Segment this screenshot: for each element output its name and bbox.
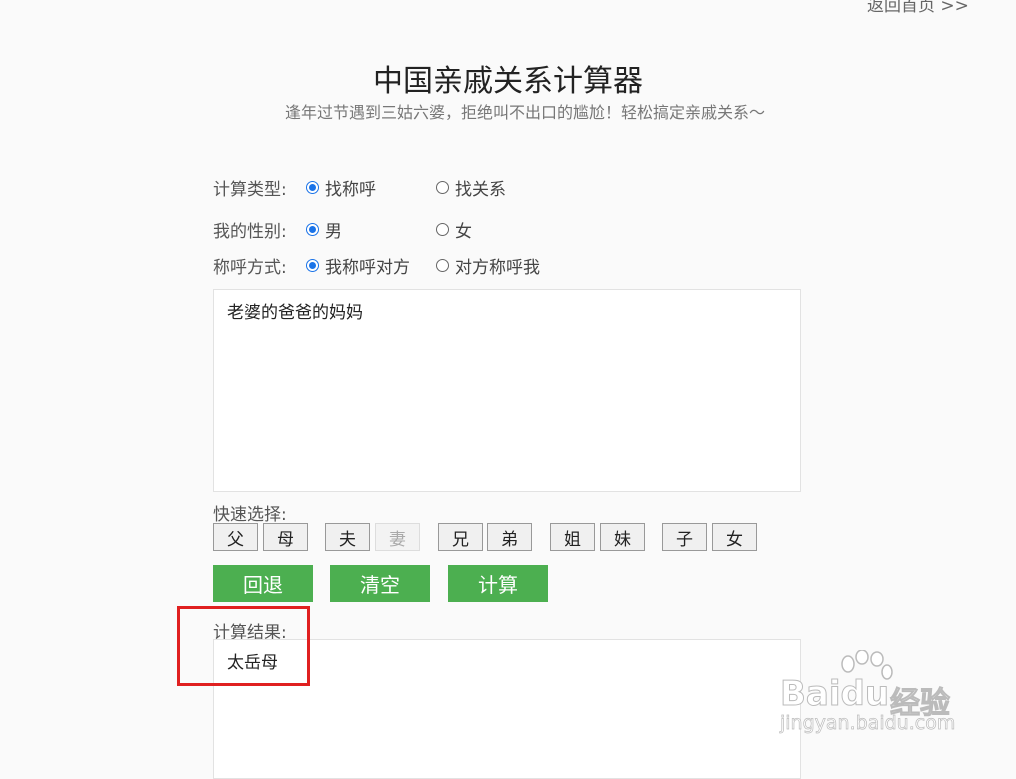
relation-input[interactable]: 老婆的爸爸的妈妈: [213, 289, 801, 492]
quick-button-son[interactable]: 子: [662, 523, 707, 551]
gender-label: 我的性别:: [213, 222, 287, 242]
calc-type-label: 计算类型:: [213, 180, 287, 200]
radio-label: 找关系: [455, 180, 506, 200]
quick-button-mother[interactable]: 母: [263, 523, 308, 551]
radio-unchecked-icon: [436, 223, 449, 236]
radio-unchecked-icon: [436, 259, 449, 272]
quick-button-elder-brother[interactable]: 兄: [438, 523, 483, 551]
radio-checked-icon: [306, 181, 319, 194]
quick-button-wife: 妻: [375, 523, 420, 551]
address-mode-row: 称呼方式: 我称呼对方 对方称呼我: [213, 253, 540, 278]
back-to-home-link[interactable]: 返回首页 >>: [867, 0, 969, 16]
radio-unchecked-icon: [436, 181, 449, 194]
address-mode-label: 称呼方式:: [213, 258, 287, 278]
radio-they-call-me[interactable]: 对方称呼我: [436, 253, 540, 278]
radio-label: 对方称呼我: [455, 258, 540, 278]
page-subtitle: 逢年过节遇到三姑六婆，拒绝叫不出口的尴尬！轻松搞定亲戚关系～: [284, 103, 765, 122]
quick-select-label: 快速选择:: [213, 505, 287, 525]
clear-button[interactable]: 清空: [330, 565, 430, 602]
calculate-button[interactable]: 计算: [448, 565, 548, 602]
quick-button-father[interactable]: 父: [213, 523, 258, 551]
radio-label: 找称呼: [325, 180, 376, 200]
radio-male[interactable]: 男: [306, 217, 436, 242]
quick-button-younger-sister[interactable]: 妹: [600, 523, 645, 551]
radio-checked-icon: [306, 223, 319, 236]
watermark-brand: Baidu: [779, 674, 890, 715]
watermark-url: jingyan.baidu.com: [780, 712, 956, 735]
radio-i-call-them[interactable]: 我称呼对方: [306, 253, 436, 278]
calc-type-row: 计算类型: 找称呼 找关系: [213, 175, 506, 200]
baidu-jingyan-watermark: Baidu 经验 jingyan.baidu.com: [779, 650, 960, 745]
page-title: 中国亲戚关系计算器: [373, 64, 643, 99]
quick-button-elder-sister[interactable]: 姐: [550, 523, 595, 551]
radio-label: 我称呼对方: [325, 258, 410, 278]
annotation-highlight-box: [177, 606, 310, 686]
back-button[interactable]: 回退: [213, 565, 313, 602]
radio-label: 男: [325, 222, 342, 242]
radio-label: 女: [455, 222, 472, 242]
radio-find-relation[interactable]: 找关系: [436, 175, 506, 200]
radio-find-title[interactable]: 找称呼: [306, 175, 436, 200]
quick-button-husband[interactable]: 夫: [325, 523, 370, 551]
quick-button-daughter[interactable]: 女: [712, 523, 757, 551]
radio-female[interactable]: 女: [436, 217, 472, 242]
gender-row: 我的性别: 男 女: [213, 217, 472, 242]
quick-button-younger-brother[interactable]: 弟: [487, 523, 532, 551]
radio-checked-icon: [306, 259, 319, 272]
